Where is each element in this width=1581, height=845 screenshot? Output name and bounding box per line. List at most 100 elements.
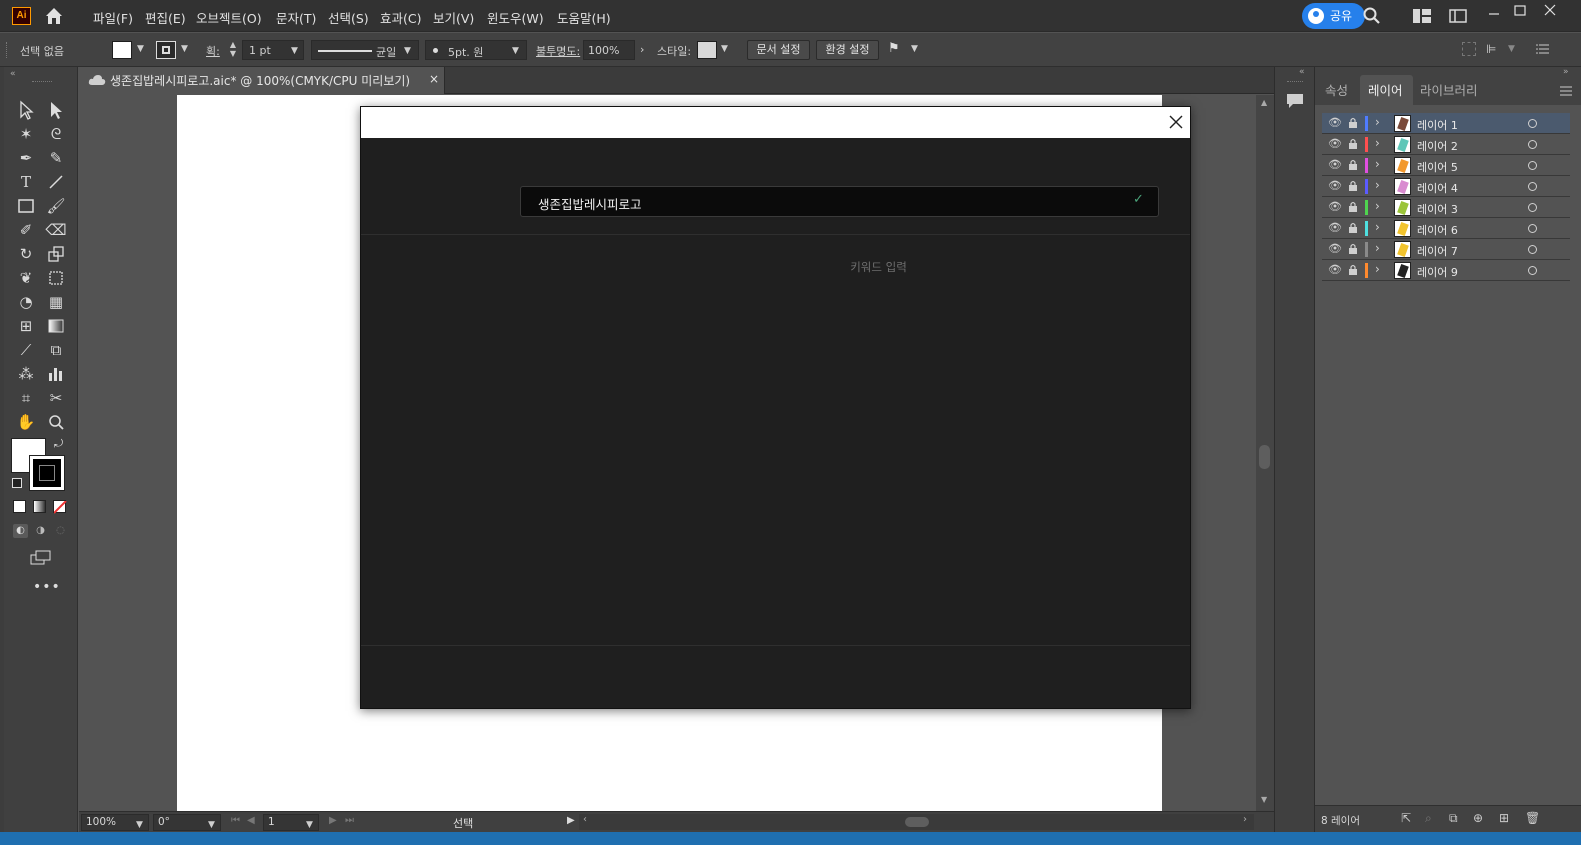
- expand-layer-icon[interactable]: ›: [1375, 241, 1380, 255]
- zoom-tool-icon[interactable]: [45, 411, 67, 433]
- layer-name[interactable]: 레이어 9: [1417, 264, 1458, 280]
- chevron-down-icon[interactable]: ▼: [1508, 44, 1515, 54]
- visibility-eye-icon[interactable]: 👁: [1328, 243, 1342, 255]
- expand-layer-icon[interactable]: ›: [1375, 220, 1380, 234]
- expand-layer-icon[interactable]: ›: [1375, 178, 1380, 192]
- expand-dock-icon[interactable]: «: [1299, 67, 1305, 77]
- close-icon[interactable]: [1167, 113, 1185, 131]
- close-tab-icon[interactable]: ×: [429, 72, 439, 86]
- chevron-right-icon[interactable]: ›: [640, 43, 644, 56]
- menu-object[interactable]: 오브젝트(O): [196, 8, 262, 27]
- layer-name[interactable]: 레이어 6: [1417, 222, 1458, 238]
- locate-object-icon[interactable]: ⌕: [1425, 811, 1432, 826]
- home-icon[interactable]: [44, 6, 64, 26]
- chevron-down-icon[interactable]: ▼: [911, 44, 918, 54]
- tab-libraries[interactable]: 라이브러리: [1420, 80, 1478, 99]
- status-menu-icon[interactable]: ▶: [567, 815, 575, 826]
- lock-icon[interactable]: [1348, 117, 1358, 129]
- scroll-thumb[interactable]: [1259, 445, 1270, 469]
- draw-normal-icon[interactable]: ◐: [13, 524, 28, 538]
- stroke-profile-select[interactable]: 균일 ▼: [311, 40, 419, 60]
- opacity-field[interactable]: 100%: [583, 40, 635, 60]
- expand-layer-icon[interactable]: ›: [1375, 136, 1380, 150]
- vertical-scrollbar[interactable]: ▲ ▼: [1256, 95, 1274, 811]
- draw-behind-icon[interactable]: ◑: [33, 524, 48, 538]
- export-icon[interactable]: ⇱: [1401, 811, 1411, 825]
- menu-help[interactable]: 도움말(H): [557, 8, 611, 27]
- brush-select[interactable]: 5pt. 원 ▼: [425, 40, 527, 60]
- target-circle-icon[interactable]: [1528, 203, 1537, 212]
- lock-icon[interactable]: [1348, 201, 1358, 213]
- layer-name[interactable]: 레이어 7: [1417, 243, 1458, 259]
- layer-row[interactable]: 👁 › 레이어 7: [1322, 239, 1570, 260]
- layer-row[interactable]: 👁 › 레이어 1: [1322, 113, 1570, 134]
- style-swatch[interactable]: [697, 41, 717, 59]
- symbol-sprayer-tool-icon[interactable]: ⁂: [15, 363, 37, 385]
- lock-icon[interactable]: [1348, 243, 1358, 255]
- new-layer-icon[interactable]: ⊞: [1499, 811, 1509, 825]
- artboard-select[interactable]: 1 ▼: [263, 814, 319, 831]
- expand-layer-icon[interactable]: ›: [1375, 115, 1380, 129]
- swap-colors-icon[interactable]: ⤾: [54, 437, 63, 451]
- minimize-icon[interactable]: [1487, 6, 1501, 20]
- tab-layers[interactable]: 레이어: [1360, 75, 1413, 105]
- screen-mode-icon[interactable]: [30, 550, 52, 566]
- panel-menu-icon[interactable]: [1536, 43, 1550, 55]
- scroll-left-icon[interactable]: ‹: [583, 814, 587, 825]
- zoom-select[interactable]: 100% ▼: [81, 814, 149, 831]
- previous-artboard-icon[interactable]: ◀: [247, 815, 255, 826]
- horizontal-scrollbar[interactable]: ‹ ›: [579, 814, 1254, 830]
- rotation-select[interactable]: 0° ▼: [153, 814, 221, 831]
- menu-window[interactable]: 윈도우(W): [487, 8, 544, 27]
- layer-row[interactable]: 👁 › 레이어 6: [1322, 218, 1570, 239]
- lasso-tool-icon[interactable]: ᘓ: [45, 123, 67, 145]
- lock-icon[interactable]: [1348, 138, 1358, 150]
- gradient-mode-icon[interactable]: [33, 500, 46, 513]
- slice-tool-icon[interactable]: ✂: [45, 387, 67, 409]
- draw-inside-icon[interactable]: ◌: [53, 524, 68, 538]
- new-sublayer-icon[interactable]: ⊕: [1473, 811, 1483, 825]
- maximize-icon[interactable]: [1513, 3, 1527, 17]
- menu-type[interactable]: 문자(T): [276, 8, 316, 27]
- none-mode-icon[interactable]: [53, 500, 67, 514]
- layer-name[interactable]: 레이어 1: [1417, 117, 1458, 133]
- target-circle-icon[interactable]: [1528, 245, 1537, 254]
- collapse-panel-icon[interactable]: «: [10, 69, 16, 79]
- layer-row[interactable]: 👁 › 레이어 3: [1322, 197, 1570, 218]
- warp-tool-icon[interactable]: ❦: [15, 267, 37, 289]
- layer-name[interactable]: 레이어 2: [1417, 138, 1458, 154]
- layer-name[interactable]: 레이어 3: [1417, 201, 1458, 217]
- hand-tool-icon[interactable]: ✋: [15, 411, 37, 433]
- visibility-eye-icon[interactable]: 👁: [1328, 201, 1342, 213]
- document-setup-button[interactable]: 문서 설정: [747, 40, 810, 60]
- select-similar-icon[interactable]: ⚑: [888, 41, 908, 59]
- layer-name[interactable]: 레이어 4: [1417, 180, 1458, 196]
- scroll-thumb[interactable]: [905, 817, 929, 827]
- eyedropper-tool-icon[interactable]: ⟋: [15, 339, 37, 361]
- menu-edit[interactable]: 편집(E): [145, 8, 186, 27]
- stroke-swatch[interactable]: [156, 41, 176, 59]
- visibility-eye-icon[interactable]: 👁: [1328, 117, 1342, 129]
- layer-name[interactable]: 레이어 5: [1417, 159, 1458, 175]
- perspective-grid-tool-icon[interactable]: ▦: [45, 291, 67, 313]
- magic-wand-tool-icon[interactable]: ✶: [15, 123, 37, 145]
- stroke-width-field[interactable]: 1 pt ▼: [242, 40, 304, 60]
- visibility-eye-icon[interactable]: 👁: [1328, 222, 1342, 234]
- menu-effect[interactable]: 효과(C): [380, 8, 421, 27]
- fill-swatch[interactable]: [112, 41, 132, 59]
- menu-view[interactable]: 보기(V): [433, 8, 474, 27]
- stroke-dropdown-icon[interactable]: ▼: [181, 44, 188, 54]
- selection-tool-icon[interactable]: [15, 99, 37, 121]
- stroke-color-swatch[interactable]: [29, 455, 65, 491]
- expand-layer-icon[interactable]: ›: [1375, 157, 1380, 171]
- scale-tool-icon[interactable]: [45, 243, 67, 265]
- column-graph-tool-icon[interactable]: [45, 363, 67, 385]
- comments-icon[interactable]: [1285, 92, 1305, 110]
- blend-tool-icon[interactable]: ⧉: [45, 339, 67, 361]
- distribute-icon[interactable]: ⊫: [1486, 42, 1502, 56]
- delete-layer-icon[interactable]: 🗑: [1525, 811, 1540, 825]
- next-artboard-icon[interactable]: ▶: [329, 815, 337, 826]
- visibility-eye-icon[interactable]: 👁: [1328, 138, 1342, 150]
- opacity-label[interactable]: 불투명도:: [536, 43, 580, 59]
- share-button[interactable]: 공유: [1302, 3, 1365, 29]
